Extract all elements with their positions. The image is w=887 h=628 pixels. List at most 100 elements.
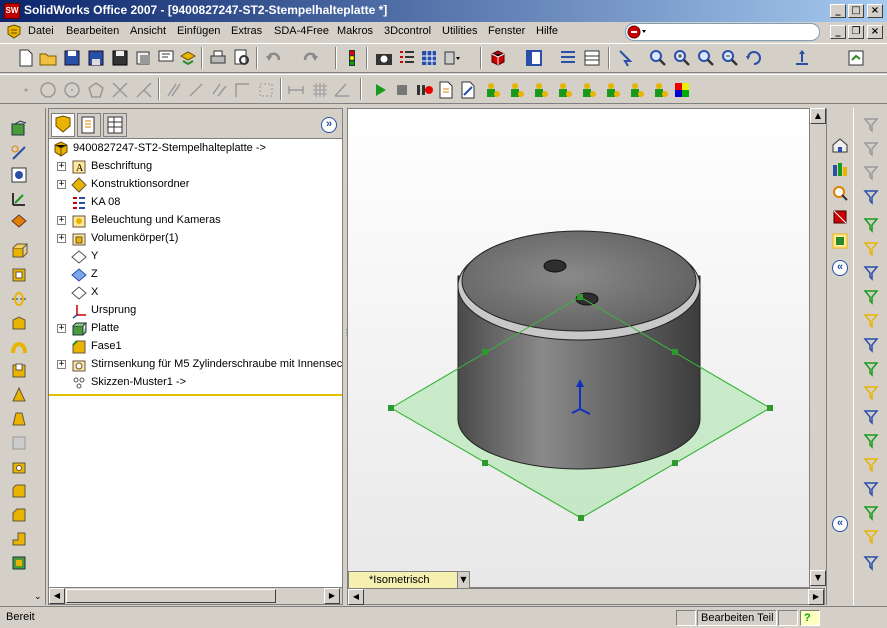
expand-icon[interactable]: + [57,360,66,369]
construction-icon[interactable] [256,80,276,100]
macro-new-icon[interactable] [436,80,456,100]
display-style-icon[interactable] [488,48,508,68]
point-icon[interactable] [16,80,36,100]
select-icon[interactable] [862,188,880,206]
expand-task-pane-icon[interactable]: « [832,260,848,276]
insert-icon[interactable] [862,528,880,546]
curve-icon[interactable] [862,336,880,354]
cylinder-top-face[interactable] [461,230,697,332]
shell-icon[interactable] [10,554,28,572]
traffic-light-icon[interactable] [342,48,362,68]
dimension-icon[interactable] [286,80,306,100]
camera-icon[interactable] [374,48,394,68]
scroll-right-icon[interactable]: ▶ [808,589,824,605]
extend-icon[interactable] [134,80,154,100]
tree-item[interactable]: + Stirnsenkung für M5 Zylinderschraube mi… [49,356,342,374]
macro-stop-icon[interactable] [392,80,412,100]
color-palette-icon[interactable] [672,80,692,100]
point-ref-icon[interactable] [862,288,880,306]
minimize-button[interactable]: _ [830,4,846,18]
doc-close-button[interactable]: × [867,25,883,39]
circle-center-icon[interactable] [62,80,82,100]
expand-task-pane-icon[interactable]: « [832,516,848,532]
tree-item[interactable]: Fase1 [49,338,339,356]
rollback-bar[interactable] [49,394,342,396]
plane-handle[interactable] [482,349,488,355]
menu-datei[interactable]: Datei [28,25,54,37]
custom-macro-2-icon[interactable] [506,80,526,100]
scroll-left-icon[interactable]: ◀ [348,589,364,605]
zoom-area-icon[interactable] [672,48,692,68]
scroll-left-icon[interactable]: ◀ [49,588,65,604]
menu-makros[interactable]: Makros [337,25,373,37]
search-icon[interactable] [626,24,648,40]
model-view[interactable] [348,109,825,588]
design-library-icon[interactable] [831,160,849,178]
appearances-icon[interactable] [831,232,849,250]
custom-macro-3-icon[interactable] [530,80,550,100]
close-button[interactable]: × [867,4,883,18]
undo-icon[interactable] [264,48,284,68]
chevron-down-icon[interactable]: ▼ [457,572,469,588]
macro-record-icon[interactable] [414,80,434,100]
view-vertical-scrollbar[interactable]: ▲ ▼ [809,108,826,588]
view-horizontal-scrollbar[interactable]: ◀ ▶ [347,588,825,605]
counterbore-hole[interactable] [543,259,567,273]
scroll-right-icon[interactable]: ▶ [324,588,340,604]
section-view-icon[interactable] [558,48,578,68]
macro-run-icon[interactable] [370,80,390,100]
plane-handle[interactable] [672,460,678,466]
tab-feature-manager[interactable] [51,113,75,137]
layers-icon[interactable] [582,48,602,68]
doc-restore-button[interactable]: ❐ [848,25,864,39]
circle-icon[interactable] [38,80,58,100]
view-orientation-select[interactable]: *Isometrisch ▼ [348,571,470,589]
view-orientation-icon[interactable] [524,48,544,68]
tree-item[interactable]: + Volumenkörper(1) [49,230,339,248]
help-icon[interactable]: ? [800,610,820,626]
features-tab-icon[interactable] [10,120,28,138]
tree-item[interactable]: + Platte [49,320,339,338]
offset-icon[interactable] [164,80,184,100]
filter-icon[interactable] [862,116,880,134]
zoom-in-out-icon[interactable] [696,48,716,68]
normal-to-icon[interactable] [792,48,812,68]
angle-icon[interactable] [332,80,352,100]
custom-macro-4-icon[interactable] [554,80,574,100]
plane-handle[interactable] [578,515,584,521]
collapse-panel-button[interactable]: » [321,117,337,133]
open-folder-icon[interactable] [38,48,58,68]
tree-item[interactable]: + Konstruktionsordner [49,176,339,194]
expand-icon[interactable]: + [57,324,66,333]
filter-edges-icon[interactable] [862,164,880,182]
tree-item[interactable]: KA 08 [49,194,339,212]
linear-pattern-icon[interactable] [210,80,230,100]
curve-through-points-icon[interactable] [862,456,880,474]
split-line-icon[interactable] [862,384,880,402]
menu-hilfe[interactable]: Hilfe [536,25,558,37]
save-all-icon[interactable] [86,48,106,68]
tab-configuration-manager[interactable] [103,113,127,137]
zoom-to-fit-icon[interactable] [648,48,668,68]
print-preview-icon[interactable] [134,48,154,68]
doc-minimize-button[interactable]: _ [830,25,846,39]
task-scheduler-icon[interactable] [846,48,866,68]
expand-icon[interactable]: + [57,162,66,171]
plane-handle[interactable] [767,405,773,411]
tree-horizontal-scrollbar[interactable]: ◀ ▶ [49,587,342,604]
search-input[interactable] [625,23,820,41]
save-icon[interactable] [62,48,82,68]
options-dropdown-icon[interactable] [442,48,462,68]
axis-icon[interactable] [862,240,880,258]
rib-icon[interactable] [10,530,28,548]
comment-icon[interactable] [156,48,176,68]
plane-handle[interactable] [672,349,678,355]
polygon-icon[interactable] [86,80,106,100]
projected-curve-icon[interactable] [862,408,880,426]
new-document-icon[interactable] [16,48,36,68]
hole-wizard-cmd-icon[interactable] [10,458,28,476]
helix-icon[interactable] [862,360,880,378]
plane-handle[interactable] [482,460,488,466]
file-explorer-icon[interactable] [831,184,849,202]
trim-icon[interactable] [110,80,130,100]
